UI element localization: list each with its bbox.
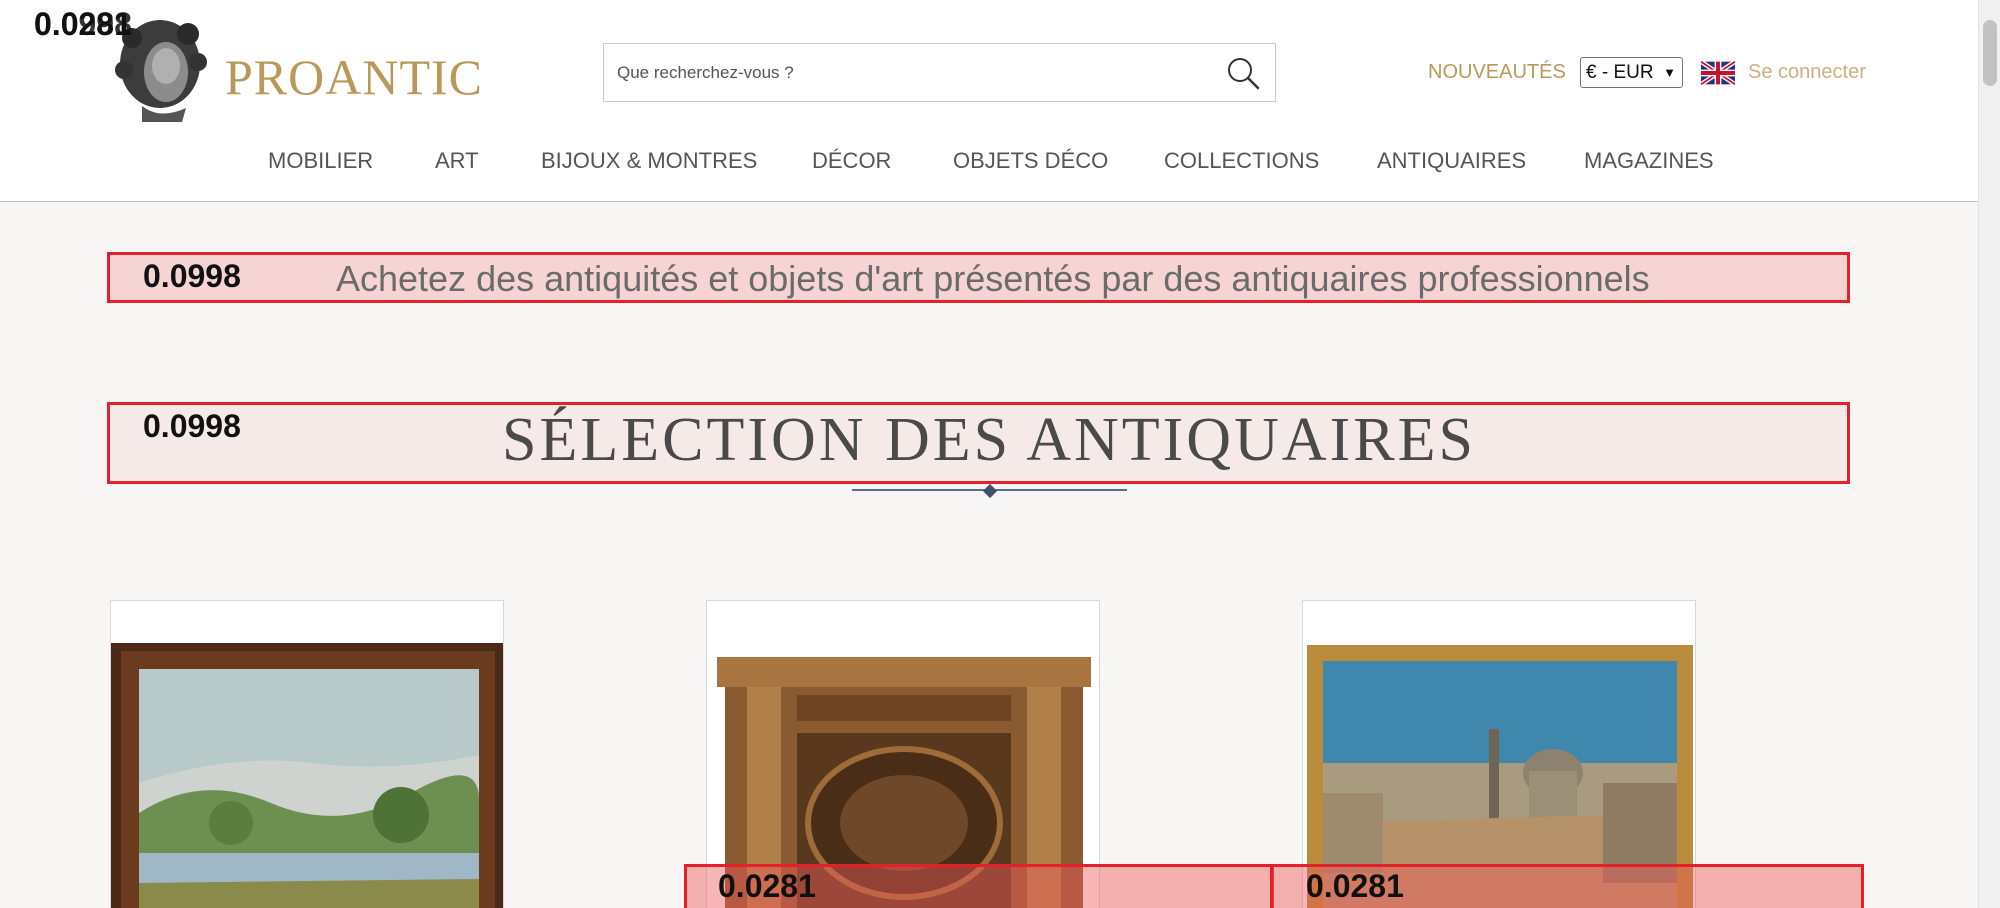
product-card-carved-panel[interactable]: [706, 600, 1100, 908]
nav-item-objets-deco[interactable]: OBJETS DÉCO: [953, 148, 1108, 174]
uk-flag-icon[interactable]: [1701, 61, 1735, 85]
main-nav: MOBILIER ART BIJOUX & MONTRES DÉCOR OBJE…: [0, 148, 1978, 178]
vertical-scrollbar[interactable]: [1978, 0, 2000, 908]
currency-value: € - EUR: [1586, 62, 1654, 83]
nav-item-magazines[interactable]: MAGAZINES: [1584, 148, 1714, 174]
nav-item-antiquaires[interactable]: ANTIQUAIRES: [1377, 148, 1526, 174]
product-card-rome-view[interactable]: [1302, 600, 1696, 908]
tagline-text: Achetez des antiquités et objets d'art p…: [336, 258, 1650, 299]
overlay-score-logo-b: 0.0998: [34, 6, 132, 42]
overlay-score-card-right: 0.0281: [1306, 868, 1404, 904]
section-title: SÉLECTION DES ANTIQUAIRES: [502, 406, 1476, 474]
brand-logo-text[interactable]: PROANTIC: [225, 48, 483, 106]
nav-item-collections[interactable]: COLLECTIONS: [1164, 148, 1319, 174]
title-divider-diamond: [982, 483, 998, 499]
nav-item-art[interactable]: ART: [435, 148, 479, 174]
page: PROANTIC NOUVEAUTÉS € - EUR ▼ Se connect…: [0, 0, 1978, 908]
product-card-landscape[interactable]: [110, 600, 504, 908]
nav-item-decor[interactable]: DÉCOR: [812, 148, 891, 174]
currency-select[interactable]: € - EUR ▼: [1580, 57, 1683, 88]
nouveautes-link[interactable]: NOUVEAUTÉS: [1428, 61, 1566, 84]
overlay-score-card-center: 0.0281: [718, 868, 816, 904]
scrollbar-thumb[interactable]: [1983, 20, 1997, 86]
search-bar: [603, 43, 1276, 102]
search-input[interactable]: [604, 44, 1204, 101]
nav-item-bijoux-montres[interactable]: BIJOUX & MONTRES: [541, 148, 757, 174]
nav-item-mobilier[interactable]: MOBILIER: [268, 148, 373, 174]
chevron-down-icon: ▼: [1663, 65, 1676, 80]
overlay-score-tagline: 0.0998: [143, 258, 241, 294]
search-icon[interactable]: [1225, 55, 1261, 91]
site-header: PROANTIC NOUVEAUTÉS € - EUR ▼ Se connect…: [0, 0, 1978, 202]
landscape-painting-image: [111, 643, 503, 908]
login-link[interactable]: Se connecter: [1748, 61, 1866, 84]
